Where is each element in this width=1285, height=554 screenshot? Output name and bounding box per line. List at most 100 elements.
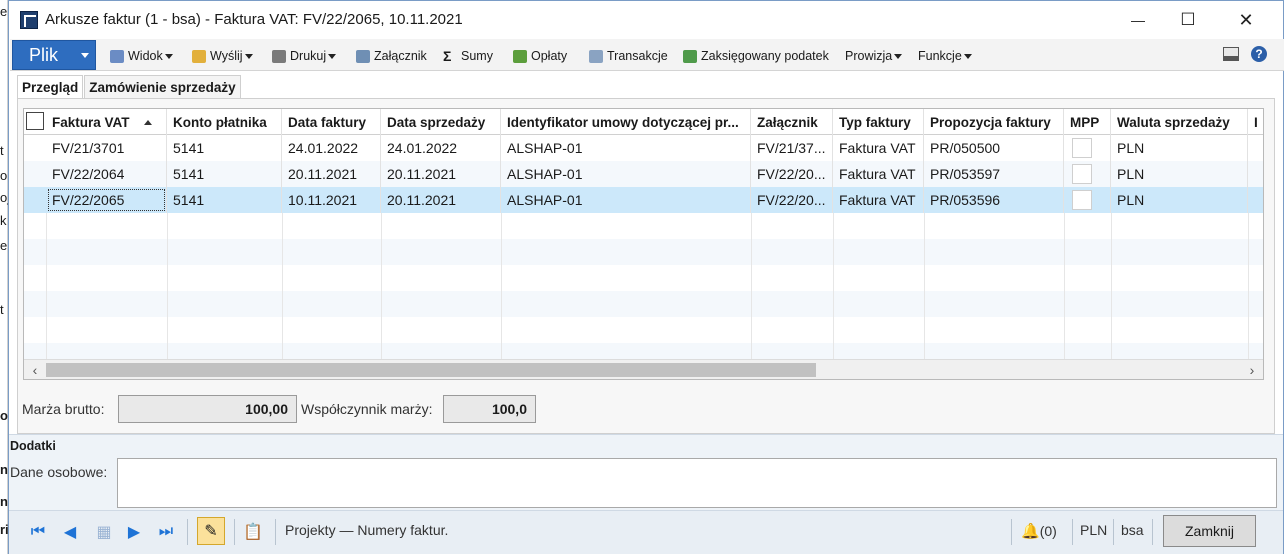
personal-data-field[interactable] <box>117 458 1277 508</box>
divider <box>187 519 188 545</box>
empty-row <box>24 291 1263 317</box>
notifications-count: (0) <box>1039 523 1057 539</box>
column-header-invoice[interactable]: Faktura VAT <box>46 109 167 135</box>
last-record-icon[interactable]: ⏭ <box>155 521 177 543</box>
close-window-button[interactable]: ✕ <box>1217 1 1275 39</box>
chevron-down-icon <box>81 53 89 58</box>
additions-section-header[interactable]: Dodatki <box>9 434 1283 458</box>
gross-margin-label: Marża brutto: <box>22 401 105 417</box>
view-icon <box>110 49 124 63</box>
divider <box>1011 519 1012 545</box>
overview-panel: Faktura VAT Konto płatnika Data faktury … <box>17 98 1275 434</box>
app-icon <box>20 11 38 29</box>
first-record-icon[interactable]: ⏮ <box>27 521 49 543</box>
grid-view-icon[interactable]: ▦ <box>93 521 115 543</box>
grid-line <box>1064 213 1065 359</box>
bg-fragment: t <box>0 302 4 317</box>
print-menu[interactable]: Drukuj <box>272 47 337 65</box>
charges-button-label: Opłaty <box>531 49 568 63</box>
table-row-selected[interactable]: FV/22/2065 5141 10.11.2021 20.11.2021 AL… <box>24 187 1263 213</box>
notifications-indicator[interactable]: 🔔(0) <box>1021 522 1057 540</box>
tab-overview[interactable]: Przegląd <box>17 75 84 99</box>
gross-margin-field[interactable]: 100,00 <box>118 395 297 423</box>
clipboard-icon[interactable]: 📋 <box>242 521 264 543</box>
totals-button-label: Sumy <box>461 49 493 63</box>
cell-agreement-id: ALSHAP-01 <box>501 187 751 213</box>
cell-attachment: FV/22/20... <box>751 187 833 213</box>
posted-tax-button[interactable]: Zaksięgowany podatek <box>683 47 829 65</box>
invoice-grid: Faktura VAT Konto płatnika Data faktury … <box>23 108 1264 380</box>
sum-icon: Σ <box>443 47 452 64</box>
horizontal-scrollbar[interactable]: ‹ › <box>24 359 1263 379</box>
cell-mpp <box>1064 161 1111 187</box>
scroll-right-icon[interactable]: › <box>1243 361 1261 379</box>
attachment-icon <box>356 49 370 63</box>
column-header-truncated[interactable]: I <box>1248 109 1263 135</box>
cell-invoice: FV/22/2064 <box>46 161 167 187</box>
column-header-label: Faktura VAT <box>52 114 130 130</box>
column-header-agreement-id[interactable]: Identyfikator umowy dotyczącej pr... <box>501 109 751 135</box>
divider <box>275 519 276 545</box>
chevron-down-icon <box>328 53 337 59</box>
cell-sale-date: 20.11.2021 <box>381 161 501 187</box>
edit-mode-button[interactable]: ✎ <box>197 517 225 545</box>
tab-sales-order[interactable]: Zamówienie sprzedaży <box>84 75 241 99</box>
transactions-button[interactable]: Transakcje <box>589 47 668 65</box>
table-row[interactable]: FV/21/3701 5141 24.01.2022 24.01.2022 AL… <box>24 135 1263 161</box>
close-button[interactable]: Zamknij <box>1163 515 1256 547</box>
grid-line <box>924 213 925 359</box>
cell-payer-account: 5141 <box>167 187 282 213</box>
bg-fragment: k <box>0 213 7 228</box>
mpp-checkbox[interactable] <box>1072 138 1092 158</box>
cell-invoice-proposal: PR/050500 <box>924 135 1064 161</box>
grid-line <box>282 213 283 359</box>
background-window-left: e t o oj k el t or ni na ri <box>0 0 15 554</box>
cell-attachment: FV/21/37... <box>751 135 833 161</box>
print-menu-label: Drukuj <box>290 49 327 63</box>
column-header-invoice-date[interactable]: Data faktury <box>282 109 381 135</box>
cell-invoice: FV/21/3701 <box>46 135 167 161</box>
transactions-button-label: Transakcje <box>607 49 668 63</box>
divider <box>1152 519 1153 545</box>
cell-payer-account: 5141 <box>167 161 282 187</box>
currency-indicator[interactable]: PLN <box>1080 522 1107 538</box>
column-header-invoice-type[interactable]: Typ faktury <box>833 109 924 135</box>
margin-ratio-label: Współczynnik marży: <box>301 401 433 417</box>
column-header-payer-account[interactable]: Konto płatnika <box>167 109 282 135</box>
view-menu[interactable]: Widok <box>110 47 173 65</box>
view-menu-label: Widok <box>128 49 163 63</box>
maximize-button[interactable]: ☐ <box>1159 1 1217 39</box>
cell-mpp <box>1064 135 1111 161</box>
scrollbar-thumb[interactable] <box>46 363 816 377</box>
company-indicator[interactable]: bsa <box>1121 522 1144 538</box>
mpp-checkbox[interactable] <box>1072 164 1092 184</box>
functions-menu[interactable]: Funkcje <box>918 47 972 65</box>
cell-invoice-type: Faktura VAT <box>833 135 924 161</box>
cell-truncated <box>1248 187 1263 213</box>
column-header-sale-date[interactable]: Data sprzedaży <box>381 109 501 135</box>
select-all-checkbox[interactable] <box>26 112 44 130</box>
column-header-mpp[interactable]: MPP <box>1064 109 1111 135</box>
scroll-left-icon[interactable]: ‹ <box>26 361 44 379</box>
grid-line <box>751 213 752 359</box>
grid-line <box>501 213 502 359</box>
column-header-sales-currency[interactable]: Waluta sprzedaży <box>1111 109 1248 135</box>
charges-button[interactable]: Opłaty <box>513 47 567 65</box>
column-header-attachment[interactable]: Załącznik <box>751 109 833 135</box>
commission-menu[interactable]: Prowizja <box>845 47 903 65</box>
attachment-button[interactable]: Załącznik <box>356 47 427 65</box>
grid-line <box>1111 213 1112 359</box>
next-record-icon[interactable]: ▶ <box>123 521 145 543</box>
file-menu-button[interactable]: Plik <box>12 40 96 70</box>
cell-truncated <box>1248 135 1263 161</box>
totals-button[interactable]: Σ Sumy <box>443 47 493 65</box>
help-icon[interactable]: ? <box>1251 46 1267 62</box>
send-menu[interactable]: Wyślij <box>192 47 253 65</box>
margin-ratio-field[interactable]: 100,0 <box>443 395 536 423</box>
column-header-invoice-proposal[interactable]: Propozycja faktury <box>924 109 1064 135</box>
layout-icon[interactable] <box>1223 47 1239 61</box>
table-row[interactable]: FV/22/2064 5141 20.11.2021 20.11.2021 AL… <box>24 161 1263 187</box>
previous-record-icon[interactable]: ◀ <box>59 521 81 543</box>
grid-line <box>167 213 168 359</box>
mpp-checkbox[interactable] <box>1072 190 1092 210</box>
